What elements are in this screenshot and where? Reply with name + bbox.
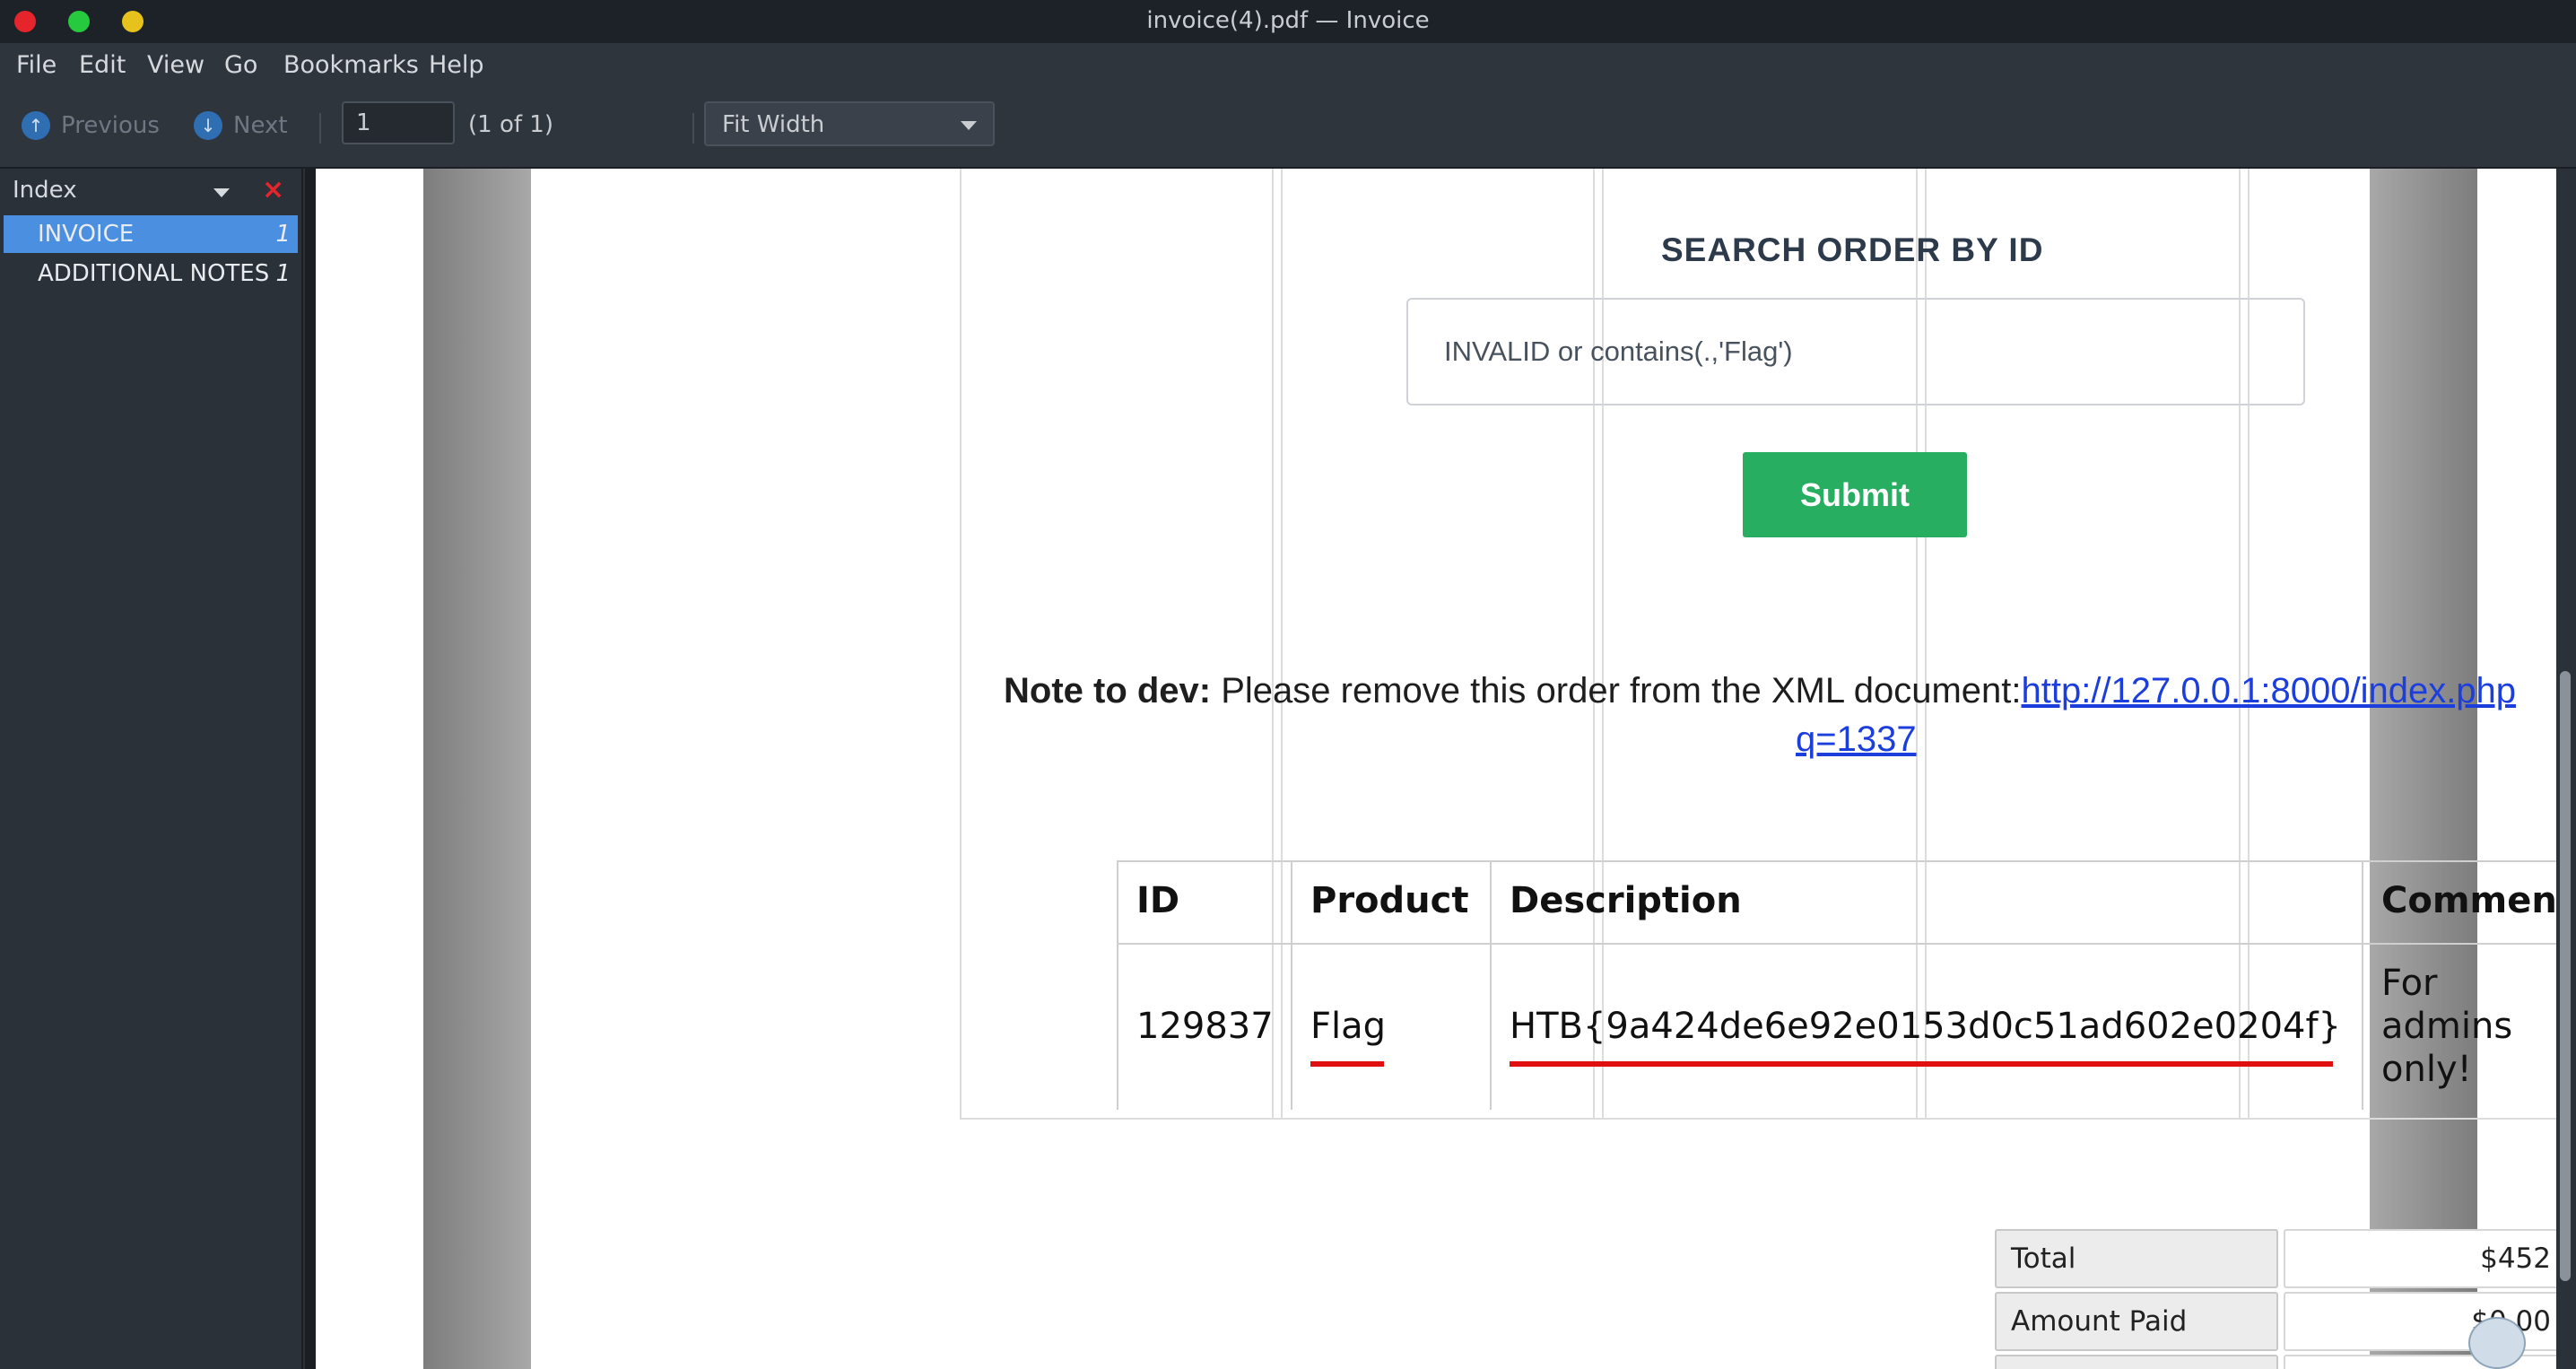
page-margin-right bbox=[2370, 169, 2477, 1369]
invoice-table: ID Product Description Comment 129837 Fl… bbox=[1117, 860, 2556, 1110]
sidebar-item-label: ADDITIONAL NOTES bbox=[38, 260, 270, 287]
toolbar-separator bbox=[319, 113, 321, 144]
total-value: $452 bbox=[2284, 1229, 2556, 1288]
menu-edit[interactable]: Edit bbox=[79, 51, 126, 79]
chevron-down-icon bbox=[961, 121, 977, 130]
table-header-cell: ID bbox=[1117, 860, 1292, 945]
cell-id: 129837 bbox=[1136, 1006, 1274, 1047]
note-link[interactable]: http://127.0.0.1:8000/index.php bbox=[2021, 671, 2516, 711]
sidebar-dropdown-icon[interactable] bbox=[213, 188, 230, 197]
header-id: ID bbox=[1136, 880, 1180, 921]
cell-description-flag: HTB{9a424de6e92e0153d0c51ad602e0204f} bbox=[1510, 1006, 2341, 1047]
previous-label: Previous bbox=[61, 112, 160, 139]
menu-bookmarks[interactable]: Bookmarks bbox=[283, 51, 419, 79]
sidebar-item-label: INVOICE bbox=[38, 221, 135, 248]
description-underline bbox=[1510, 1061, 2333, 1067]
next-label: Next bbox=[233, 112, 288, 139]
sidebar-item-invoice[interactable]: INVOICE 1 bbox=[4, 215, 298, 253]
cell-comment-line: only! bbox=[2381, 1049, 2472, 1090]
sidebar-title: Index bbox=[13, 177, 77, 204]
grid-line bbox=[962, 1118, 2556, 1120]
arrow-down-icon: ↓ bbox=[194, 111, 222, 140]
sidebar-item-page: 1 bbox=[275, 221, 291, 248]
table-header-cell: Description bbox=[1490, 860, 2363, 945]
amount-paid-label: Amount Paid bbox=[1995, 1292, 2278, 1351]
zoom-value: Fit Width bbox=[722, 111, 825, 138]
menu-go[interactable]: Go bbox=[224, 51, 257, 79]
close-icon[interactable]: × bbox=[262, 174, 284, 205]
sidebar-item-page: 1 bbox=[275, 260, 291, 287]
page-count: (1 of 1) bbox=[468, 111, 553, 138]
document-viewport[interactable]: SEARCH ORDER BY ID INVALID or contains(.… bbox=[305, 169, 2556, 1369]
header-comment: Comment bbox=[2381, 880, 2556, 921]
zoom-select[interactable]: Fit Width bbox=[704, 101, 995, 146]
arrow-up-icon: ↑ bbox=[22, 111, 50, 140]
cell-product: Flag bbox=[1310, 1006, 1387, 1047]
menu-help[interactable]: Help bbox=[429, 51, 484, 79]
table-row: 129837 bbox=[1117, 943, 1292, 1110]
table-row: HTB{9a424de6e92e0153d0c51ad602e0204f} bbox=[1490, 943, 2363, 1110]
table-header-cell: Comment bbox=[2362, 860, 2556, 945]
page-number-input[interactable]: 1 bbox=[342, 101, 455, 144]
table-row: Flag bbox=[1291, 943, 1492, 1110]
next-page-button[interactable]: ↓ Next bbox=[194, 106, 288, 145]
window-title: invoice(4).pdf — Invoice bbox=[1146, 7, 1430, 34]
totals-row-partial bbox=[1995, 1355, 2278, 1369]
sidebar-item-additional-notes[interactable]: ADDITIONAL NOTES 1 bbox=[4, 255, 298, 292]
clipboard-icon[interactable] bbox=[2468, 1317, 2526, 1369]
product-underline bbox=[1310, 1061, 1384, 1067]
header-description: Description bbox=[1510, 880, 1742, 921]
cell-comment-line: For bbox=[2381, 963, 2438, 1004]
index-sidebar: Index × INVOICE 1 ADDITIONAL NOTES 1 bbox=[0, 169, 303, 1369]
previous-page-button[interactable]: ↑ Previous bbox=[22, 106, 160, 145]
grid-line bbox=[960, 169, 962, 1120]
note-to-dev: Note to dev: Please remove this order fr… bbox=[1004, 671, 2516, 711]
note-text: Please remove this order from the XML do… bbox=[1211, 671, 2022, 711]
table-row: For admins only! bbox=[2362, 943, 2556, 1110]
search-order-title: SEARCH ORDER BY ID bbox=[1661, 231, 2044, 268]
search-order-value: INVALID or contains(.,'Flag') bbox=[1444, 336, 1793, 367]
menu-bar: File Edit View Go Bookmarks Help bbox=[0, 43, 2576, 86]
scrollbar-thumb[interactable] bbox=[2560, 671, 2571, 1281]
note-link-continuation[interactable]: q=1337 bbox=[1796, 719, 1917, 760]
header-product: Product bbox=[1310, 880, 1469, 921]
total-label: Total bbox=[1995, 1229, 2278, 1288]
vertical-scrollbar[interactable] bbox=[2556, 169, 2576, 1369]
submit-button[interactable]: Submit bbox=[1743, 452, 1967, 537]
menu-file[interactable]: File bbox=[16, 51, 57, 79]
toolbar-separator bbox=[692, 113, 694, 144]
search-order-input[interactable]: INVALID or contains(.,'Flag') bbox=[1406, 298, 2305, 405]
title-bar: invoice(4).pdf — Invoice bbox=[0, 0, 2576, 43]
cell-comment-line: admins bbox=[2381, 1006, 2513, 1047]
table-header-cell: Product bbox=[1291, 860, 1492, 945]
note-label: Note to dev: bbox=[1004, 671, 1212, 711]
menu-view[interactable]: View bbox=[147, 51, 205, 79]
sidebar-header: Index × bbox=[0, 169, 301, 215]
page-margin-left bbox=[423, 169, 531, 1369]
